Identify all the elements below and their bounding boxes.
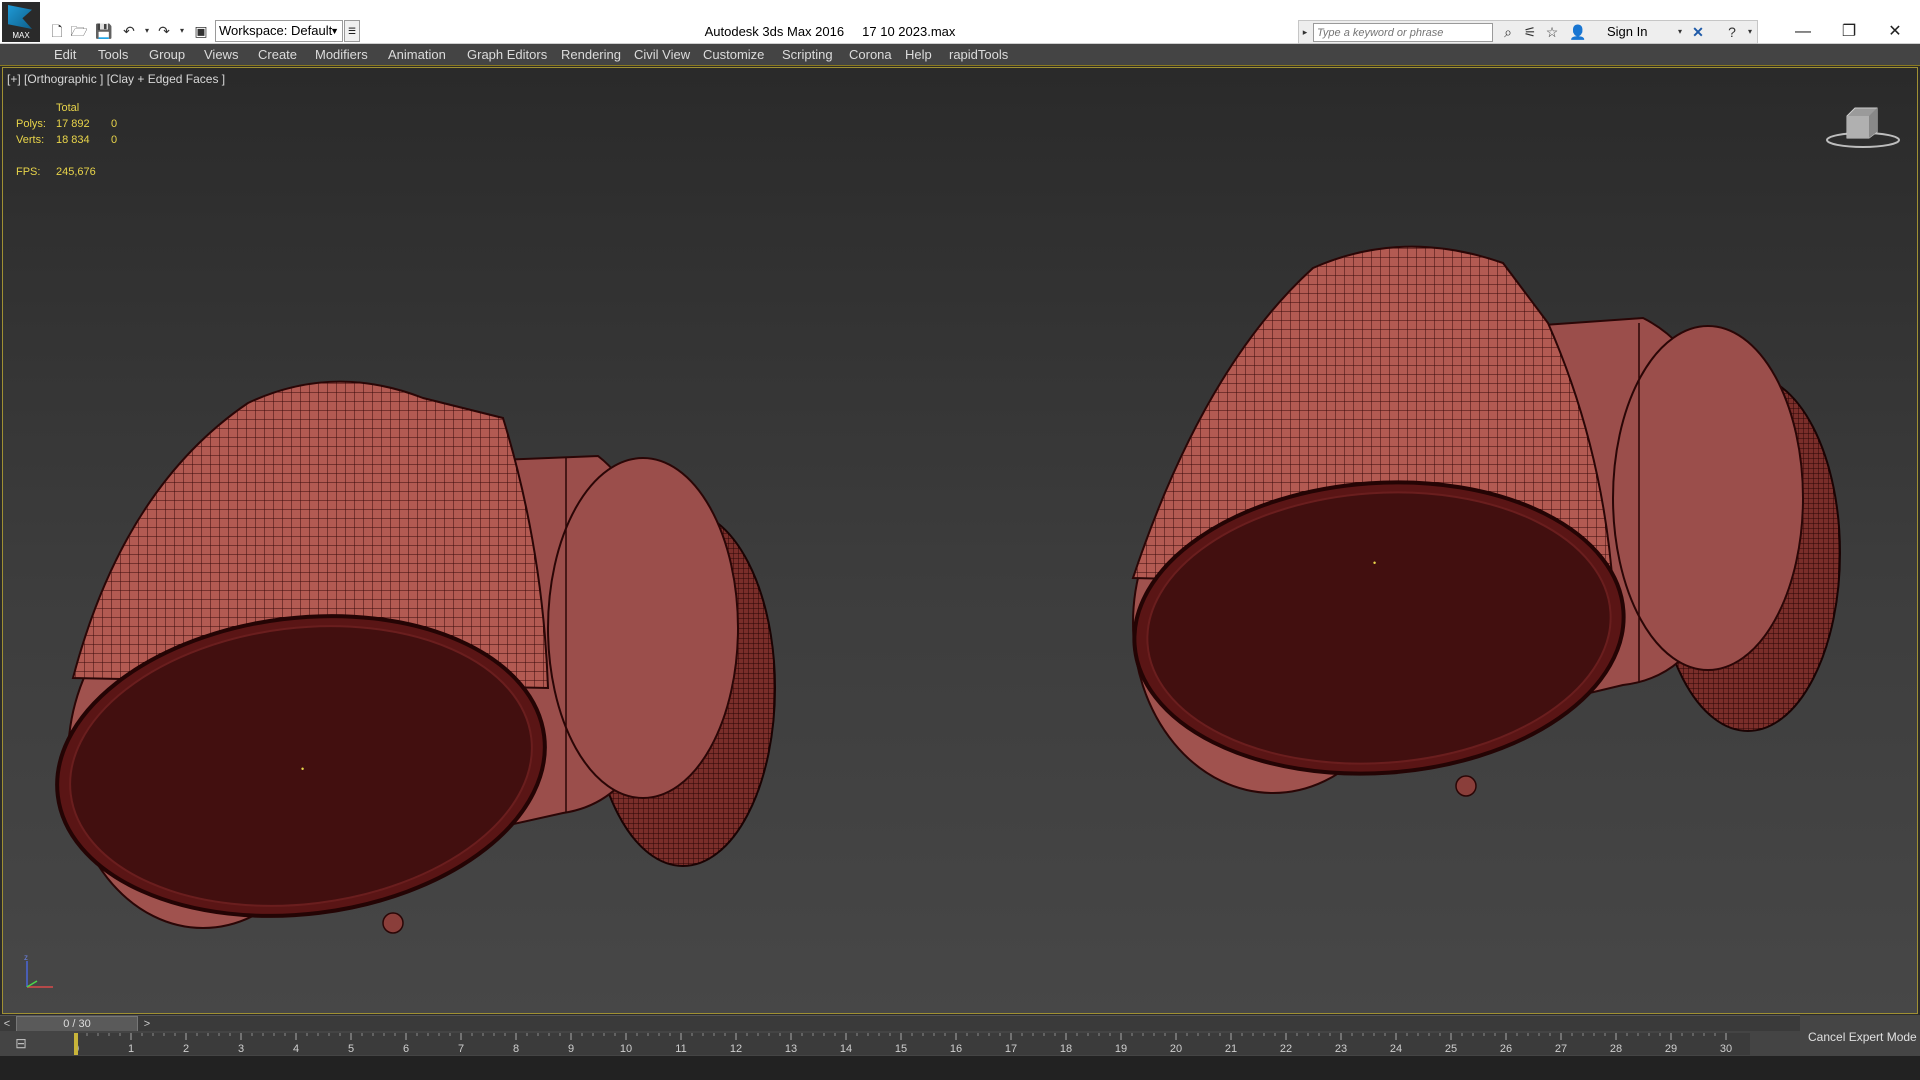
track-bar: ⊟ 01234567891011121314151617181920212223…: [0, 1031, 1800, 1056]
infocenter: ▸ ⌕ ⚟ ☆ 👤 Sign In ▾ ✕ ? ▾: [1298, 20, 1758, 44]
menu-help[interactable]: Help: [905, 47, 932, 62]
menu-create[interactable]: Create: [258, 47, 297, 62]
timeline-tick-label: 17: [1005, 1043, 1017, 1055]
svg-text:•: •: [1373, 558, 1376, 568]
svg-text:•: •: [301, 764, 304, 774]
menu-corona[interactable]: Corona: [849, 47, 892, 62]
timeline-tick-label: 30: [1720, 1043, 1732, 1055]
verts-selected: 0: [111, 134, 118, 146]
timeline-tick-label: 11: [675, 1043, 686, 1055]
exchange-apps-icon[interactable]: ✕: [1689, 23, 1707, 41]
close-button[interactable]: ✕: [1872, 20, 1918, 44]
menu-scripting[interactable]: Scripting: [782, 47, 833, 62]
menu-customize[interactable]: Customize: [703, 47, 764, 62]
favorites-star-icon[interactable]: ☆: [1543, 23, 1561, 41]
timeline-tick-label: 27: [1555, 1043, 1567, 1055]
timeline-tick-label: 29: [1665, 1043, 1677, 1055]
perspective-viewport[interactable]: • • [+] [Orthographic ] [Clay + Edged Fa…: [2, 67, 1918, 1014]
viewcube-icon[interactable]: [1823, 98, 1903, 154]
expert-mode-panel: Cancel Expert Mode: [1800, 1015, 1920, 1056]
menu-tools[interactable]: Tools: [98, 47, 128, 62]
user-icon[interactable]: 👤: [1569, 23, 1587, 41]
polys-selected: 0: [111, 118, 118, 130]
timeline-tick-label: 2: [183, 1043, 189, 1055]
viewport-label-menu[interactable]: [+] [Orthographic ] [Clay + Edged Faces …: [7, 72, 225, 86]
help-icon[interactable]: ?: [1723, 23, 1741, 41]
timeline-tick-label: 6: [403, 1043, 409, 1055]
lamp-model-left[interactable]: •: [40, 380, 776, 943]
help-dropdown-icon[interactable]: ▾: [1741, 23, 1759, 41]
status-bar: [0, 1056, 1920, 1080]
time-slider[interactable]: < 0 / 30 >: [0, 1015, 1800, 1032]
svg-text:z: z: [24, 953, 28, 962]
menu-group[interactable]: Group: [149, 47, 185, 62]
chevron-down-icon[interactable]: ▾: [1671, 23, 1689, 41]
timeline-tick-label: 14: [840, 1043, 852, 1055]
menu-edit[interactable]: Edit: [54, 47, 76, 62]
timeline-tick-label: 8: [513, 1043, 519, 1055]
cancel-expert-mode-button[interactable]: Cancel Expert Mode: [1808, 1030, 1917, 1044]
fps-value: 245,676: [56, 166, 96, 178]
timeline-tick-label: 12: [730, 1043, 742, 1055]
timeline-tick-label: 13: [785, 1043, 797, 1055]
timeline-tick-label: 23: [1335, 1043, 1347, 1055]
verts-label: Verts:: [16, 134, 45, 146]
current-frame-marker[interactable]: [74, 1033, 78, 1055]
next-frame-button[interactable]: >: [140, 1016, 154, 1032]
timeline-tick-label: 5: [348, 1043, 354, 1055]
timeline-tick-label: 1: [128, 1043, 134, 1055]
sign-in-link[interactable]: Sign In: [1607, 24, 1647, 39]
menu-rapidtools[interactable]: rapidTools: [949, 47, 1008, 62]
timeline-tick-label: 15: [895, 1043, 907, 1055]
timeline-tick-label: 10: [620, 1043, 632, 1055]
lamp-model-right[interactable]: •: [1124, 245, 1841, 797]
timeline-tick-label: 9: [568, 1043, 574, 1055]
prev-frame-button[interactable]: <: [0, 1016, 14, 1032]
timeline-tick-label: 19: [1115, 1043, 1127, 1055]
menu-animation[interactable]: Animation: [388, 47, 446, 62]
verts-total: 18 834: [56, 134, 90, 146]
binoculars-icon[interactable]: ⌕: [1499, 23, 1517, 41]
timeline-tick-label: 28: [1610, 1043, 1622, 1055]
minimize-button[interactable]: —: [1780, 20, 1826, 44]
timeline-tick-label: 16: [950, 1043, 962, 1055]
scene-canvas[interactable]: • •: [3, 68, 1918, 1014]
fps-label: FPS:: [16, 166, 41, 178]
search-input[interactable]: [1313, 23, 1493, 42]
timeline-tick-label: 25: [1445, 1043, 1457, 1055]
timeline-tick-label: 22: [1280, 1043, 1292, 1055]
timeline-tick-label: 18: [1060, 1043, 1072, 1055]
menu-civil-view[interactable]: Civil View: [634, 47, 690, 62]
menu-views[interactable]: Views: [204, 47, 238, 62]
polys-label: Polys:: [16, 118, 46, 130]
timeline-tick-label: 3: [238, 1043, 244, 1055]
stats-header: Total: [56, 102, 80, 114]
timeline-tick-label: 24: [1390, 1043, 1402, 1055]
timeline-tick-label: 4: [293, 1043, 299, 1055]
communication-center-icon[interactable]: ⚟: [1521, 23, 1539, 41]
axis-tripod-icon: z: [24, 953, 53, 988]
menu-modifiers[interactable]: Modifiers: [315, 47, 368, 62]
timeline-tick-label: 20: [1170, 1043, 1182, 1055]
lamp-right-disc: [1612, 325, 1804, 671]
menu-rendering[interactable]: Rendering: [561, 47, 621, 62]
time-slider-thumb[interactable]: 0 / 30: [16, 1016, 138, 1032]
menu-bar: Edit Tools Group Views Create Modifiers …: [0, 44, 1920, 66]
lamp-left-disc: [547, 457, 739, 799]
timeline-ruler[interactable]: 0123456789101112131415161718192021222324…: [74, 1033, 1750, 1055]
timeline-tick-label: 21: [1225, 1043, 1237, 1055]
curve-editor-icon[interactable]: ⊟: [8, 1034, 34, 1052]
menu-graph-editors[interactable]: Graph Editors: [467, 47, 547, 62]
timeline-tick-label: 26: [1500, 1043, 1512, 1055]
title-bar: MAX 🗋 🗁 💾 ↶ ▾ ↷ ▾ ▣ Workspace: Default ▼…: [0, 0, 1920, 44]
timeline-tick-label: 7: [458, 1043, 464, 1055]
restore-button[interactable]: ❐: [1826, 20, 1872, 44]
polys-total: 17 892: [56, 118, 90, 130]
expand-arrow-icon[interactable]: ▸: [1299, 23, 1311, 41]
